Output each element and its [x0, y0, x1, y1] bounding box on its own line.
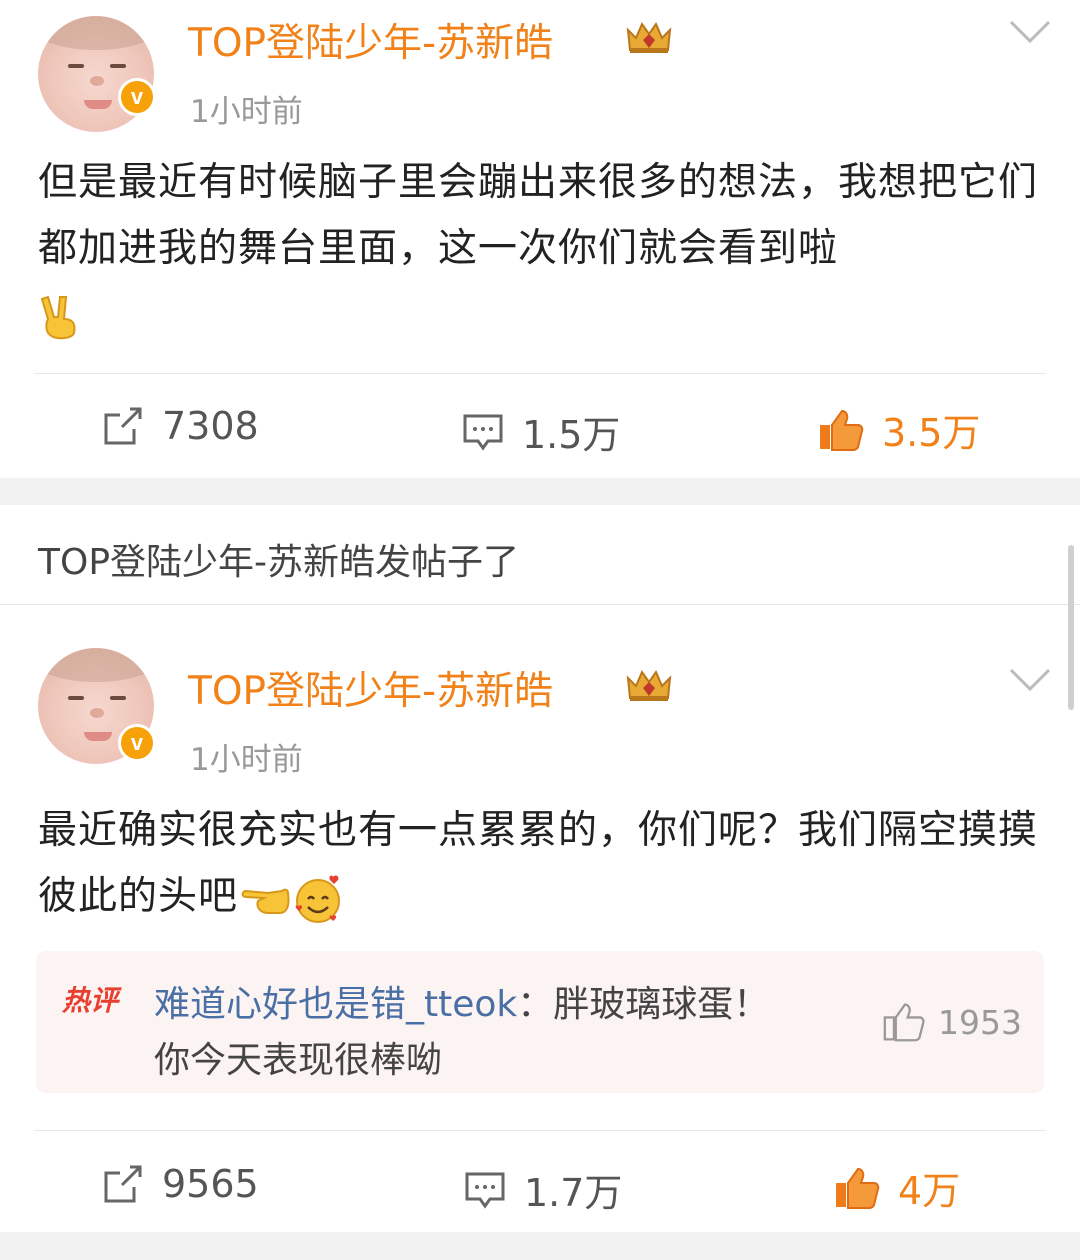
- like-button[interactable]: 3.5万: [818, 402, 980, 457]
- pointing-hand-emoji: [241, 888, 290, 914]
- crown-badge-icon: [626, 669, 672, 701]
- username[interactable]: TOP登陆少年-苏新皓: [188, 660, 553, 716]
- post-card: v TOP登陆少年-苏新皓 1小时前 但是最近有时候脑子里会蹦出来很多的想法，我…: [0, 0, 1080, 478]
- like-button[interactable]: 4万: [834, 1160, 960, 1215]
- post-card: v TOP登陆少年-苏新皓 1小时前 最近确实很充实也有一点累累的，你们呢？我们…: [0, 606, 1080, 1232]
- share-icon: [104, 407, 142, 445]
- smiling-face-with-hearts-emoji: [295, 875, 341, 923]
- post-body: 但是最近有时候脑子里会蹦出来很多的想法，我想把它们都加进我的舞台里面，这一次你们…: [38, 150, 1048, 348]
- victory-hand-emoji: [40, 295, 76, 339]
- comment-button[interactable]: 1.7万: [464, 1162, 622, 1217]
- thumbs-up-icon: [836, 1167, 880, 1209]
- comment-icon: [465, 1172, 505, 1209]
- username[interactable]: TOP登陆少年-苏新皓: [188, 12, 553, 68]
- hot-comment-line2: 你今天表现很棒呦: [154, 1040, 443, 1081]
- crown-badge-icon: [626, 21, 672, 53]
- hot-comment-line1: 难道心好也是错_tteok：胖玻璃球蛋！: [154, 975, 769, 1027]
- chevron-down-icon[interactable]: [1008, 666, 1052, 694]
- post-time: 1小时前: [190, 742, 303, 778]
- post-body-text: 最近确实很充实也有一点累累的，你们呢？我们隔空摸摸彼此的头吧: [38, 808, 1039, 919]
- section-header: TOP登陆少年-苏新皓发帖子了: [0, 505, 1080, 605]
- comment-count: 1.7万: [524, 1171, 623, 1215]
- repost-count: 7308: [162, 404, 259, 448]
- hot-comment-like-button[interactable]: 1953: [882, 1001, 1022, 1043]
- hot-comment-like-count: 1953: [938, 1002, 1022, 1042]
- like-count: 3.5万: [882, 411, 981, 455]
- post-time: 1小时前: [190, 94, 303, 130]
- hot-comment-user[interactable]: 难道心好也是错_tteok: [154, 984, 517, 1025]
- verified-badge-icon: v: [118, 78, 156, 116]
- verified-badge-icon: v: [118, 724, 156, 762]
- chevron-down-icon[interactable]: [1008, 18, 1052, 46]
- scrollbar[interactable]: [1068, 545, 1074, 710]
- section-header-text: TOP登陆少年-苏新皓发帖子了: [38, 542, 520, 583]
- repost-button[interactable]: 9565: [102, 1162, 259, 1206]
- share-icon: [104, 1165, 142, 1203]
- hot-comment-text: 胖玻璃球蛋！: [553, 984, 770, 1025]
- thumbs-up-icon: [820, 409, 864, 451]
- repost-button[interactable]: 7308: [102, 404, 259, 448]
- thumbs-up-icon: [883, 1003, 925, 1042]
- post-separator: [0, 1232, 1080, 1260]
- repost-count: 9565: [162, 1162, 259, 1206]
- comment-icon: [463, 414, 503, 451]
- hot-comment[interactable]: 热评 难道心好也是错_tteok：胖玻璃球蛋！ 你今天表现很棒呦 1953: [36, 951, 1044, 1093]
- comment-count: 1.5万: [522, 413, 621, 457]
- post-separator: [0, 478, 1080, 505]
- divider: [34, 1130, 1046, 1131]
- hot-comment-tag: 热评: [62, 984, 119, 1017]
- divider: [34, 373, 1046, 374]
- comment-button[interactable]: 1.5万: [462, 404, 620, 459]
- post-body: 最近确实很充实也有一点累累的，你们呢？我们隔空摸摸彼此的头吧: [38, 798, 1048, 930]
- like-count: 4万: [898, 1169, 961, 1213]
- hot-comment-separator: ：: [517, 984, 554, 1025]
- post-body-text: 但是最近有时候脑子里会蹦出来很多的想法，我想把它们都加进我的舞台里面，这一次你们…: [38, 160, 1039, 271]
